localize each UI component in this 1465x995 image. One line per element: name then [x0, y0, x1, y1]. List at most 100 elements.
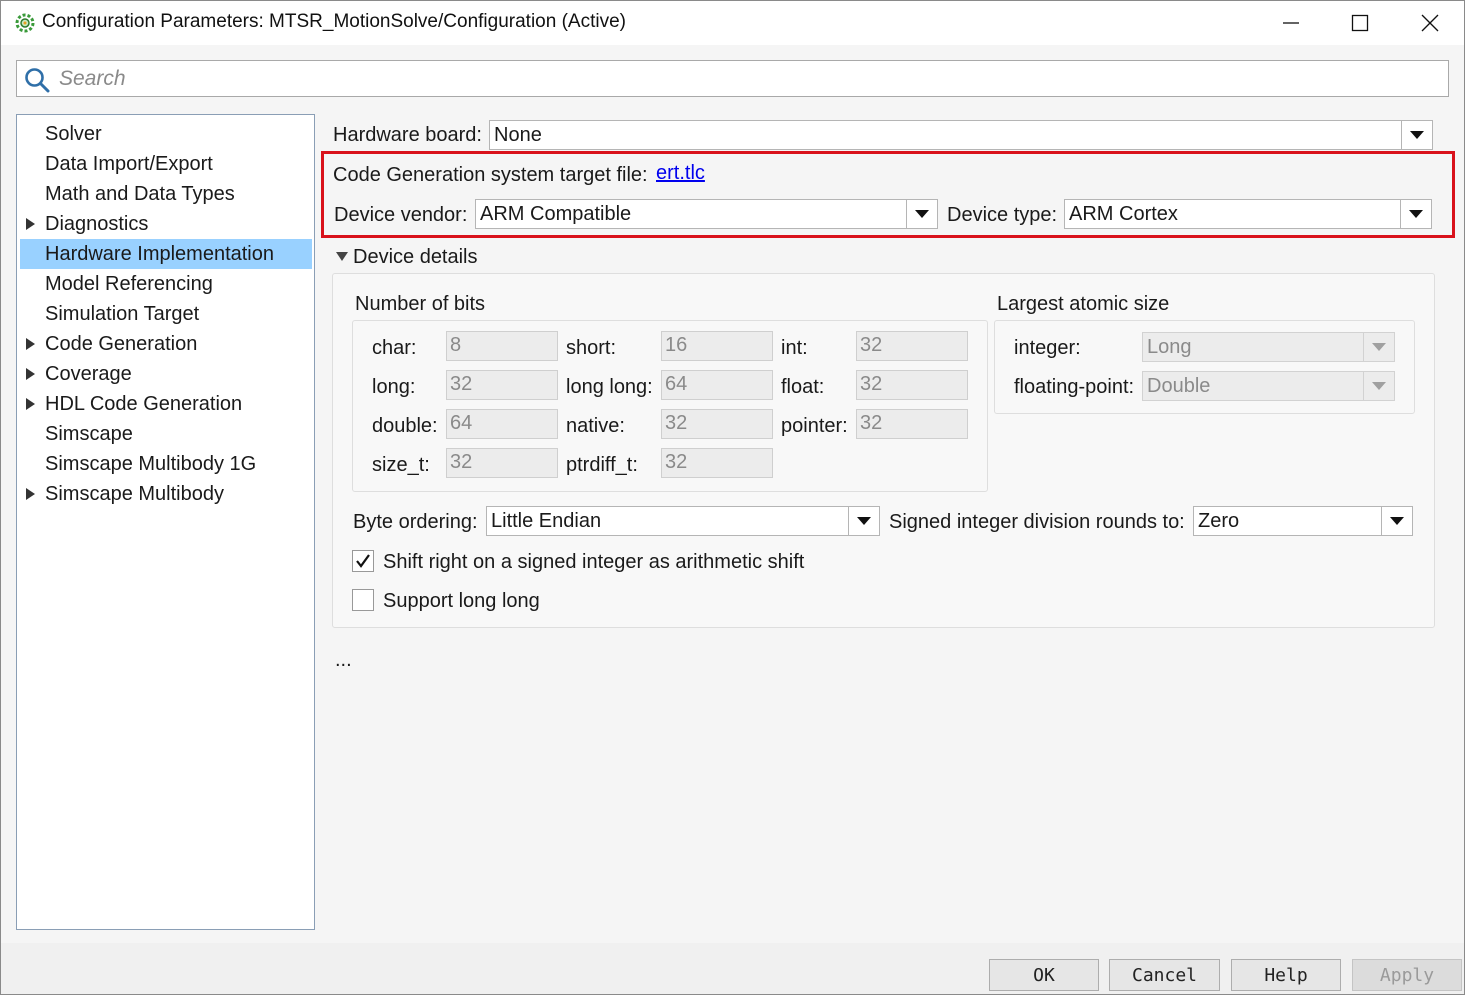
char-label: char: [372, 337, 417, 359]
byte-ordering-label: Byte ordering: [353, 511, 478, 533]
double-label: double: [372, 415, 438, 437]
apply-button: Apply [1352, 959, 1462, 991]
checkmark-icon [356, 554, 370, 568]
more-ellipsis: ... [335, 649, 352, 671]
category-tree: Solver Data Import/Export Math and Data … [16, 114, 315, 930]
native-label: native: [566, 415, 625, 437]
tree-item-label: Data Import/Export [45, 153, 213, 175]
target-file-label: Code Generation system target file: [333, 164, 648, 186]
ptrdiff-t-field: 32 [661, 448, 773, 478]
help-button[interactable]: Help [1231, 959, 1341, 991]
expand-arrow-icon[interactable] [26, 218, 35, 230]
tree-item-label: Hardware Implementation [45, 243, 274, 265]
ptrdiff-t-label: ptrdiff_t: [566, 454, 638, 476]
ok-button[interactable]: OK [989, 959, 1099, 991]
expand-arrow-icon[interactable] [26, 338, 35, 350]
size-t-field: 32 [446, 448, 558, 478]
tree-item-code-generation[interactable]: Code Generation [20, 329, 312, 359]
char-field: 8 [446, 331, 558, 361]
dropdown-arrow-icon[interactable] [1400, 200, 1431, 228]
support-long-long-checkbox[interactable] [352, 589, 374, 611]
close-icon [1421, 14, 1439, 32]
native-field: 32 [661, 409, 773, 439]
device-type-dropdown[interactable]: ARM Cortex [1064, 199, 1432, 229]
dropdown-arrow-icon[interactable] [906, 200, 937, 228]
device-details-header[interactable]: Device details [353, 246, 478, 269]
tree-item-data-import-export[interactable]: Data Import/Export [20, 149, 312, 179]
search-box [16, 60, 1449, 97]
double-field: 64 [446, 409, 558, 439]
tree-item-hardware-implementation[interactable]: Hardware Implementation [20, 239, 312, 269]
device-vendor-dropdown[interactable]: ARM Compatible [475, 199, 938, 229]
atomic-integer-dropdown: Long [1142, 332, 1395, 362]
short-label: short: [566, 337, 617, 359]
dropdown-arrow-icon [1363, 372, 1394, 400]
hardware-board-value: None [494, 124, 542, 146]
device-vendor-label: Device vendor: [334, 204, 468, 226]
dropdown-arrow-icon[interactable] [848, 507, 879, 535]
pointer-label: pointer: [781, 415, 848, 437]
signed-division-label: Signed integer division rounds to: [889, 511, 1185, 533]
close-button[interactable] [1395, 1, 1464, 45]
number-of-bits-title: Number of bits [355, 293, 486, 315]
tree-item-label: Diagnostics [45, 213, 149, 235]
maximize-icon [1351, 14, 1369, 32]
atomic-integer-value: Long [1147, 336, 1192, 358]
long-long-label: long long: [566, 376, 653, 398]
shift-right-label[interactable]: Shift right on a signed integer as arith… [383, 551, 804, 574]
tree-item-solver[interactable]: Solver [20, 119, 312, 149]
tree-item-label: Math and Data Types [45, 183, 235, 205]
search-input[interactable] [57, 64, 1441, 94]
expand-arrow-icon[interactable] [26, 368, 35, 380]
byte-ordering-dropdown[interactable]: Little Endian [486, 506, 880, 536]
atomic-float-label: floating-point: [1014, 376, 1135, 398]
support-long-long-label[interactable]: Support long long [383, 590, 540, 613]
matlab-gear-icon [15, 13, 35, 33]
device-type-value: ARM Cortex [1069, 203, 1178, 225]
target-file-link[interactable]: ert.tlc [656, 162, 705, 185]
hardware-board-label: Hardware board: [333, 124, 482, 146]
expand-arrow-icon[interactable] [26, 398, 35, 410]
tree-item-label: Simscape Multibody 1G [45, 453, 257, 475]
long-long-field: 64 [661, 370, 773, 400]
tree-item-simscape-multibody-1g[interactable]: Simscape Multibody 1G [20, 449, 312, 479]
tree-item-simscape[interactable]: Simscape [20, 419, 312, 449]
atomic-float-dropdown: Double [1142, 371, 1395, 401]
shift-right-checkbox[interactable] [352, 550, 374, 572]
dropdown-arrow-icon [1363, 333, 1394, 361]
device-type-label: Device type: [947, 204, 1058, 226]
int-label: int: [781, 337, 808, 359]
atomic-integer-label: integer: [1014, 337, 1081, 359]
float-field: 32 [856, 370, 968, 400]
tree-item-coverage[interactable]: Coverage [20, 359, 312, 389]
minimize-button[interactable] [1256, 1, 1326, 45]
tree-item-label: Coverage [45, 363, 132, 385]
tree-item-label: Simscape Multibody [45, 483, 224, 505]
byte-ordering-value: Little Endian [491, 510, 602, 532]
dropdown-arrow-icon[interactable] [1381, 507, 1412, 535]
float-label: float: [781, 376, 825, 398]
dropdown-arrow-icon[interactable] [1401, 121, 1432, 149]
tree-item-math-data-types[interactable]: Math and Data Types [20, 179, 312, 209]
cancel-button[interactable]: Cancel [1109, 959, 1220, 991]
hardware-board-dropdown[interactable]: None [489, 120, 1433, 150]
config-parameters-window: Configuration Parameters: MTSR_MotionSol… [0, 0, 1465, 995]
search-icon [25, 68, 50, 93]
tree-item-model-referencing[interactable]: Model Referencing [20, 269, 312, 299]
tree-item-diagnostics[interactable]: Diagnostics [20, 209, 312, 239]
maximize-button[interactable] [1325, 1, 1395, 45]
tree-item-hdl-code-generation[interactable]: HDL Code Generation [20, 389, 312, 419]
expand-arrow-icon[interactable] [26, 488, 35, 500]
signed-division-value: Zero [1198, 510, 1240, 532]
size-t-label: size_t: [372, 454, 430, 476]
collapse-arrow-icon[interactable] [336, 252, 348, 261]
short-field: 16 [661, 331, 773, 361]
device-vendor-value: ARM Compatible [480, 203, 632, 225]
tree-item-label: Model Referencing [45, 273, 213, 295]
atomic-float-value: Double [1147, 375, 1211, 397]
signed-division-dropdown[interactable]: Zero [1193, 506, 1413, 536]
tree-item-label: Simscape [45, 423, 133, 445]
tree-item-simulation-target[interactable]: Simulation Target [20, 299, 312, 329]
tree-item-label: Simulation Target [45, 303, 200, 325]
tree-item-simscape-multibody[interactable]: Simscape Multibody [20, 479, 312, 509]
